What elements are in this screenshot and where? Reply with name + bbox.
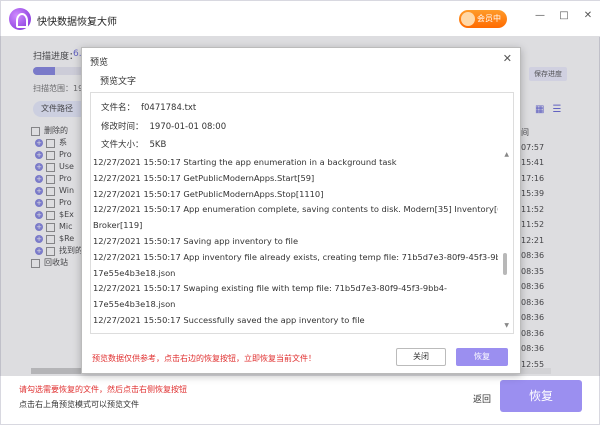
scroll-down-icon[interactable]: ▼ bbox=[504, 322, 509, 329]
preview-note: 预览数据仅供参考，点击右边的恢复按钮，立即恢复当前文件！ bbox=[92, 354, 316, 363]
modified-time-label: 修改时间： bbox=[101, 122, 144, 132]
modified-time-value: 1970-01-01 08:00 bbox=[149, 122, 227, 132]
maximize-icon[interactable]: □ bbox=[557, 10, 571, 21]
vip-avatar-icon bbox=[461, 12, 475, 26]
dialog-subtitle: 预览文字 bbox=[100, 77, 137, 87]
log-line: 12/27/2021 15:50:17 Swaping existing fil… bbox=[93, 283, 447, 294]
log-line: 17e55e4b3e18.json bbox=[93, 267, 176, 278]
log-line: 12/27/2021 16:50:17 Activity ID: d1ff3b7… bbox=[93, 329, 498, 333]
window-close-icon[interactable]: ✕ bbox=[581, 10, 595, 21]
file-size-label: 文件大小： bbox=[101, 140, 144, 150]
file-name-label: 文件名： bbox=[101, 103, 136, 113]
window-controls: — □ ✕ bbox=[533, 10, 595, 21]
log-line: 12/27/2021 15:50:17 GetPublicModernApps.… bbox=[93, 188, 324, 199]
log-line: 12/27/2021 15:50:17 GetPublicModernApps.… bbox=[93, 172, 315, 183]
log-line: 12/27/2021 15:50:17 App enumeration comp… bbox=[93, 204, 498, 215]
log-text: 12/27/2021 15:50:17 Starting the app enu… bbox=[93, 155, 498, 333]
scroll-up-icon[interactable]: ▲ bbox=[504, 151, 509, 158]
preview-dialog: 预览 ✕ 预览文字 文件名： f0471784.txt 修改时间： 1970-01-… bbox=[81, 47, 521, 374]
log-line: 17e55e4b3e18.json bbox=[93, 299, 176, 310]
dialog-recover-button[interactable]: 恢复 bbox=[456, 348, 508, 366]
recover-button[interactable]: 恢复 bbox=[500, 380, 582, 412]
vertical-scrollbar-thumb[interactable] bbox=[503, 253, 507, 275]
dialog-close-button[interactable]: 关闭 bbox=[396, 348, 446, 366]
select-hint: 请勾选需要恢复的文件，然后点击右侧恢复按钮 bbox=[19, 385, 187, 394]
back-button[interactable]: 返回 bbox=[473, 392, 491, 405]
log-line: 12/27/2021 15:50:17 App inventory file a… bbox=[93, 251, 498, 262]
minimize-icon[interactable]: — bbox=[533, 10, 547, 21]
file-size-row: 文件大小： 5KB bbox=[101, 138, 166, 150]
app-logo-icon bbox=[9, 8, 31, 30]
vip-center-button[interactable]: 会员中心 bbox=[459, 10, 507, 41]
log-line: Broker[119] bbox=[93, 220, 143, 231]
file-name-row: 文件名： f0471784.txt bbox=[101, 101, 196, 113]
title-bar: 快快数据恢复大师 会员中心 — □ ✕ bbox=[1, 1, 600, 41]
log-line: 12/27/2021 15:50:17 Saving app inventory… bbox=[93, 235, 299, 246]
dialog-title: 预览 bbox=[90, 58, 109, 68]
preview-hint: 点击右上角预览模式可以预览文件 bbox=[19, 400, 139, 409]
file-size-value: 5KB bbox=[149, 140, 167, 150]
modified-time-row: 修改时间： 1970-01-01 08:00 bbox=[101, 120, 226, 132]
log-line: 12/27/2021 15:50:17 Starting the app enu… bbox=[93, 157, 397, 167]
close-icon[interactable]: ✕ bbox=[503, 52, 512, 65]
log-line: 12/27/2021 15:50:17 Successfully saved t… bbox=[93, 314, 365, 325]
file-name-value: f0471784.txt bbox=[141, 103, 197, 113]
app-title: 快快数据恢复大师 bbox=[37, 17, 117, 28]
preview-content[interactable]: 文件名： f0471784.txt 修改时间： 1970-01-01 08:00 文… bbox=[90, 92, 514, 334]
